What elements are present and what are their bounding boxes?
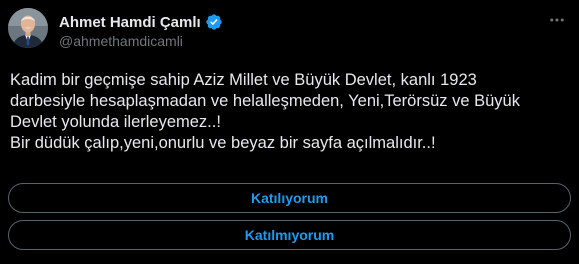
tweet-header: Ahmet Hamdi Çamlı @ahmethamdicamli xyxy=(8,8,223,56)
avatar-portrait-icon xyxy=(8,8,48,48)
tweet-text: Kadim bir geçmişe sahip Aziz Millet ve B… xyxy=(10,70,570,154)
poll-option-button[interactable]: Katılıyorum xyxy=(8,183,571,213)
tweet-text-line: Bir düdük çalıp,yeni,onurlu ve beyaz bir… xyxy=(10,134,436,152)
poll-option-disagree: Katılmıyorum xyxy=(8,220,571,250)
tweet-text-line: darbesiyle hesaplaşmadan ve helalleşmede… xyxy=(10,92,520,110)
author-display-name[interactable]: Ahmet Hamdi Çamlı xyxy=(59,14,201,31)
author-names: Ahmet Hamdi Çamlı @ahmethamdicamli xyxy=(59,8,223,49)
poll-option-button[interactable]: Katılmıyorum xyxy=(8,220,571,250)
verified-badge-icon[interactable] xyxy=(205,13,223,31)
more-options-icon[interactable] xyxy=(547,10,567,30)
name-row: Ahmet Hamdi Çamlı xyxy=(59,12,223,32)
tweet-text-line: Devlet yolunda ilerleyemez..! xyxy=(10,113,221,131)
avatar[interactable] xyxy=(8,8,48,48)
author-handle[interactable]: @ahmethamdicamli xyxy=(59,33,223,49)
tweet-card: Ahmet Hamdi Çamlı @ahmethamdicamli Kadim… xyxy=(0,0,579,264)
poll-option-label: Katılmıyorum xyxy=(244,227,335,243)
poll-option-agree: Katılıyorum xyxy=(8,183,571,213)
poll-option-label: Katılıyorum xyxy=(250,190,328,206)
tweet-text-line: Kadim bir geçmişe sahip Aziz Millet ve B… xyxy=(10,71,477,89)
